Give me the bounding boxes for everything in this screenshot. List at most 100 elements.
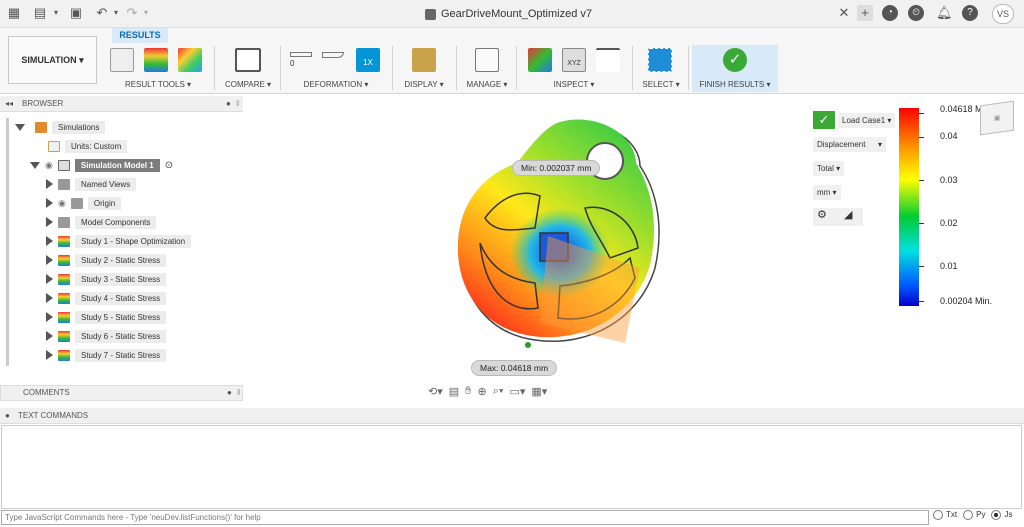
compare-split-icon[interactable] bbox=[235, 48, 261, 72]
tree-node-study-7[interactable]: Study 7 - Static Stress bbox=[46, 347, 167, 363]
orbit-icon[interactable]: ⟲▾ bbox=[428, 385, 443, 398]
result-tools-label[interactable]: RESULT TOOLS ▾ bbox=[106, 80, 210, 89]
notifications-status-icon[interactable]: ⏲ bbox=[908, 5, 924, 21]
select-label[interactable]: SELECT ▾ bbox=[638, 80, 684, 89]
display-label[interactable]: DISPLAY ▾ bbox=[398, 80, 450, 89]
bell-icon[interactable]: 🔔︎ bbox=[936, 5, 953, 21]
manage-label[interactable]: MANAGE ▾ bbox=[462, 80, 512, 89]
inspect-label[interactable]: INSPECT ▾ bbox=[522, 80, 626, 89]
text-command-input[interactable]: Type JavaScript Commands here - Type 'ne… bbox=[1, 510, 929, 525]
expand-icon[interactable] bbox=[46, 274, 53, 284]
camera-animate-icon[interactable] bbox=[110, 48, 134, 72]
mode-js-option[interactable]: Js bbox=[991, 510, 1012, 520]
expand-icon[interactable] bbox=[15, 123, 25, 131]
section-analysis-icon[interactable] bbox=[596, 48, 620, 72]
view-cube-icon[interactable]: ▣ bbox=[980, 100, 1014, 136]
file-chevron-icon[interactable]: ▾ bbox=[48, 5, 64, 21]
look-at-icon[interactable]: ▤ bbox=[449, 385, 459, 398]
display-settings-icon[interactable]: ▭▾ bbox=[509, 385, 525, 398]
expand-icon[interactable] bbox=[46, 255, 53, 265]
text-commands-header[interactable]: ● TEXT COMMANDS bbox=[0, 408, 1024, 424]
expand-icon[interactable] bbox=[46, 217, 53, 227]
tree-node-study-1[interactable]: Study 1 - Shape Optimization bbox=[46, 233, 192, 249]
tree-node-origin[interactable]: ◉ Origin bbox=[46, 195, 122, 211]
tree-node-simulations[interactable]: Simulations bbox=[15, 119, 106, 135]
visibility-eye-icon[interactable]: ◉ bbox=[45, 160, 53, 171]
mode-txt-option[interactable]: Txt bbox=[933, 510, 957, 520]
tree-node-simulation-model[interactable]: ◉ Simulation Model 1 ⊙ bbox=[30, 157, 173, 173]
save-icon[interactable]: ▣ bbox=[68, 5, 84, 21]
ribbon-divider bbox=[392, 46, 393, 90]
inspect-xyz-icon[interactable]: XYZ bbox=[562, 48, 586, 72]
displacement-legend-bar bbox=[899, 108, 919, 306]
tree-node-study-5[interactable]: Study 5 - Static Stress bbox=[46, 309, 167, 325]
probe-results-icon[interactable] bbox=[528, 48, 552, 72]
visibility-eye-icon[interactable]: ◉ bbox=[58, 198, 66, 209]
tree-node-study-3[interactable]: Study 3 - Static Stress bbox=[46, 271, 167, 287]
tree-node-model-components[interactable]: Model Components bbox=[46, 214, 157, 230]
zoom-icon[interactable]: ⊕ bbox=[477, 385, 486, 398]
finish-check-icon[interactable]: ✓ bbox=[723, 48, 747, 72]
redo-chevron-icon[interactable]: ▾ bbox=[138, 5, 154, 21]
results-report-icon[interactable] bbox=[178, 48, 202, 72]
gear-icon[interactable]: ⚙ bbox=[817, 209, 827, 221]
display-shape-icon[interactable] bbox=[412, 48, 436, 72]
comments-pin-icon[interactable]: ‖ bbox=[237, 386, 240, 400]
deformation-actual-button[interactable]: 1X bbox=[356, 48, 380, 72]
collapse-browser-icon[interactable]: ◂◂ bbox=[5, 96, 13, 112]
comments-panel[interactable]: COMMENTS ● ‖ bbox=[0, 385, 243, 401]
deformation-adjusted-icon[interactable] bbox=[322, 52, 344, 58]
close-tab-icon[interactable]: ✕ bbox=[836, 5, 852, 21]
help-icon[interactable]: ? bbox=[962, 5, 978, 21]
new-tab-icon[interactable]: + bbox=[857, 5, 873, 21]
tree-node-study-4[interactable]: Study 4 - Static Stress bbox=[46, 290, 167, 306]
compare-label[interactable]: COMPARE ▾ bbox=[220, 80, 276, 89]
simulation-model-viewport[interactable] bbox=[440, 108, 680, 383]
comments-options-icon[interactable]: ● bbox=[227, 386, 232, 400]
finish-results-label[interactable]: FINISH RESULTS ▾ bbox=[692, 80, 778, 89]
tree-node-study-6[interactable]: Study 6 - Static Stress bbox=[46, 328, 167, 344]
tab-results[interactable]: RESULTS bbox=[112, 28, 168, 43]
text-commands-toggle-icon[interactable]: ● bbox=[5, 408, 10, 424]
expand-icon[interactable] bbox=[46, 236, 53, 246]
job-status-icon[interactable]: ◔ bbox=[882, 5, 898, 21]
result-type-dropdown[interactable]: Displacement ▾ bbox=[813, 137, 886, 152]
fit-window-icon[interactable]: ⌕▾ bbox=[493, 385, 504, 398]
unit-dropdown[interactable]: mm ▾ bbox=[813, 185, 841, 200]
expand-icon[interactable] bbox=[46, 331, 53, 341]
grid-settings-icon[interactable]: ▦▾ bbox=[531, 385, 547, 398]
expand-icon[interactable] bbox=[46, 312, 53, 322]
expand-icon[interactable] bbox=[30, 161, 40, 169]
app-grid-icon[interactable]: ▦ bbox=[6, 5, 22, 21]
mode-py-option[interactable]: Py bbox=[963, 510, 985, 520]
select-cursor-icon[interactable] bbox=[648, 48, 672, 72]
avatar[interactable]: VS bbox=[992, 4, 1014, 24]
display-group: DISPLAY ▾ bbox=[398, 45, 450, 92]
tree-node-study-2[interactable]: Study 2 - Static Stress bbox=[46, 252, 167, 268]
legend-tick bbox=[919, 266, 924, 267]
study-icon bbox=[58, 273, 70, 285]
tree-node-units[interactable]: Units: Custom bbox=[48, 138, 128, 154]
expand-icon[interactable] bbox=[46, 179, 53, 189]
legend-corner-icon[interactable]: ◢ bbox=[844, 209, 852, 221]
pan-hand-icon[interactable]: ✋︎ bbox=[465, 385, 471, 398]
deformation-none-icon[interactable] bbox=[290, 52, 312, 57]
expand-icon[interactable] bbox=[46, 293, 53, 303]
deformation-label[interactable]: DEFORMATION ▾ bbox=[286, 80, 386, 89]
workspace-switcher-button[interactable]: SIMULATION ▾ bbox=[8, 36, 97, 84]
legend-tick bbox=[919, 301, 924, 302]
expand-icon[interactable] bbox=[46, 198, 53, 208]
browser-scrollbar[interactable] bbox=[6, 118, 9, 366]
undo-chevron-icon[interactable]: ▾ bbox=[108, 5, 124, 21]
load-case-dropdown[interactable]: Load Case1 ▾ bbox=[838, 112, 896, 128]
load-case-selector[interactable]: ✓ Load Case1 ▾ bbox=[813, 111, 896, 129]
results-legend-icon[interactable] bbox=[144, 48, 168, 72]
file-menu-icon[interactable]: ▤ bbox=[32, 5, 48, 21]
manage-settings-icon[interactable] bbox=[475, 48, 499, 72]
expand-icon[interactable] bbox=[46, 350, 53, 360]
tree-node-named-views[interactable]: Named Views bbox=[46, 176, 137, 192]
activate-radio-icon[interactable]: ⊙ bbox=[165, 160, 173, 171]
browser-options-icon[interactable]: ● bbox=[226, 96, 231, 112]
browser-pin-icon[interactable]: ‖ bbox=[236, 96, 239, 112]
result-component-dropdown[interactable]: Total ▾ bbox=[813, 161, 845, 176]
